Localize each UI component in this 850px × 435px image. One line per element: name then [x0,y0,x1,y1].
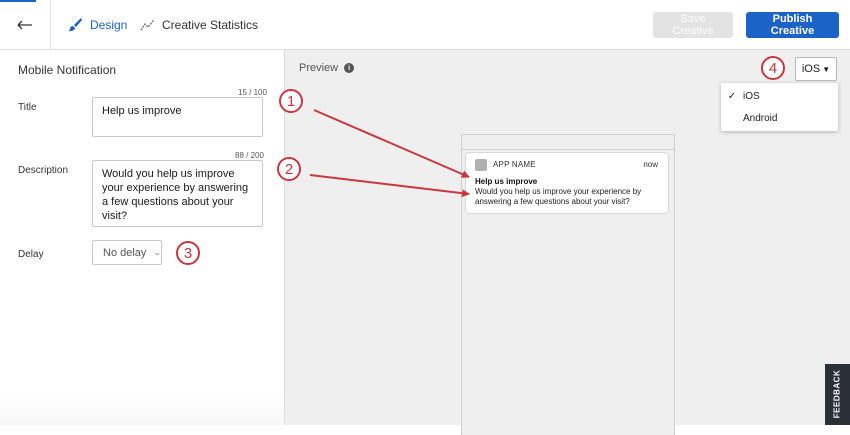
annotation-badge-4: 4 [761,56,785,80]
panel-footer-shade [0,395,284,425]
platform-select[interactable]: iOS ▼ [795,57,837,81]
title-input[interactable]: Help us improve [92,97,263,137]
editor-panel: Mobile Notification Title 15 / 100 Help … [0,50,285,425]
platform-dropdown-menu: ✓ iOS Android [721,83,838,131]
notification-app-name: APP NAME [493,160,536,169]
back-button[interactable] [0,0,51,49]
tab-design-label: Design [90,17,128,32]
platform-option-label: Android [743,112,778,124]
annotation-badge-3: 3 [176,241,200,265]
annotation-badge-2: 2 [277,157,301,181]
phone-status-bar [462,135,674,150]
delay-value: No delay [103,246,147,259]
platform-option-label: iOS [743,90,760,102]
line-chart-icon [140,19,155,30]
feedback-tab[interactable]: FEEDBACK [825,364,850,425]
platform-option-android[interactable]: Android [721,107,838,129]
caret-down-icon: ▼ [822,64,831,74]
brush-icon [68,18,82,32]
notification-card: APP NAME now Help us improve Would you h… [465,152,669,214]
back-arrow-icon [17,20,32,29]
delay-select[interactable]: No delay ⌄ [92,240,162,265]
app-icon [475,159,487,171]
title-counter: 15 / 100 [238,88,267,97]
phone-mockup: APP NAME now Help us improve Would you h… [461,134,675,435]
preview-heading: Preview i [299,62,355,74]
description-counter: 88 / 200 [235,151,264,160]
preview-area: Preview i iOS ▼ ✓ iOS Android APP NAME n… [285,50,850,435]
panel-title: Mobile Notification [18,63,117,77]
chevron-down-icon: ⌄ [153,247,161,257]
info-icon[interactable]: i [344,63,355,73]
annotation-badge-1: 1 [279,89,303,113]
save-creative-button[interactable]: Save Creative [653,12,733,38]
platform-selected-value: iOS [801,63,821,75]
delay-label: Delay [18,249,44,260]
top-bar: Design Creative Statistics Save Creative… [0,0,850,50]
title-label: Title [18,102,37,113]
tab-stats-label: Creative Statistics [162,17,259,32]
notification-title: Help us improve [475,177,538,186]
preview-label: Preview [299,62,339,74]
notification-time: now [643,160,658,169]
tab-design[interactable]: Design [68,0,127,49]
feedback-label: FEEDBACK [832,369,842,419]
description-input[interactable]: Would you help us improve your experienc… [92,160,263,227]
description-label: Description [18,165,69,176]
notification-body: Would you help us improve your experienc… [475,187,642,206]
checkmark-icon: ✓ [727,90,737,102]
platform-option-ios[interactable]: ✓ iOS [721,85,838,107]
publish-creative-button[interactable]: Publish Creative [746,12,839,38]
tab-creative-statistics[interactable]: Creative Statistics [140,0,258,49]
